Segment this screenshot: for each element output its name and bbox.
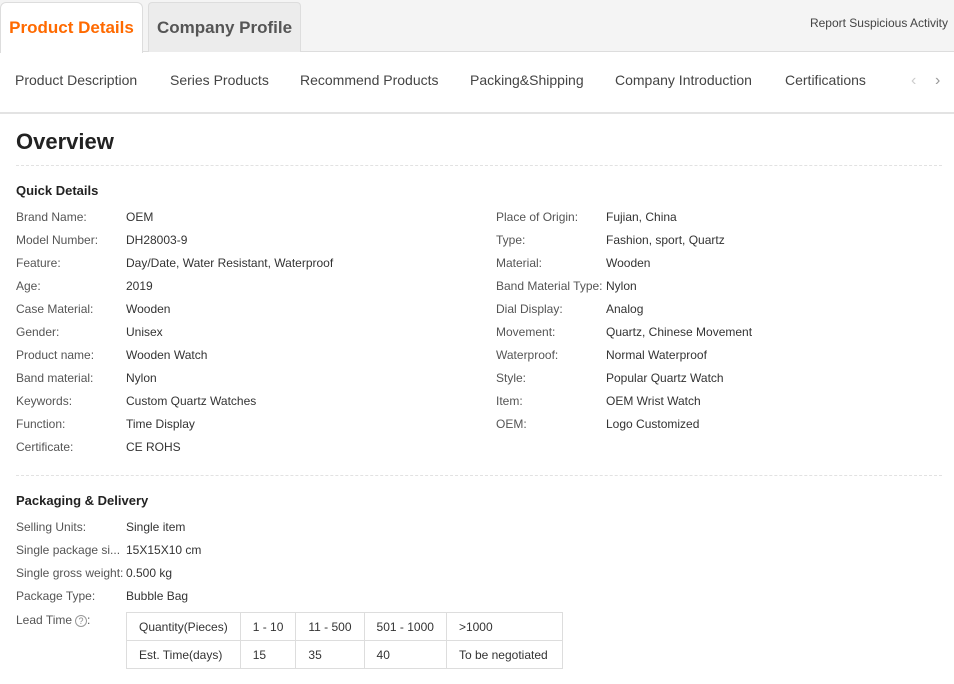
attr-label: Band Material Type: [496,279,603,293]
attr-value: Time Display [126,417,195,431]
attr-value: Normal Waterproof [606,348,707,362]
attr-label: Product name: [16,348,95,362]
attr-label: Dial Display: [496,302,563,316]
attr-value: Day/Date, Water Resistant, Waterproof [126,256,334,270]
table-cell: >1000 [445,612,563,641]
tab-company-profile[interactable]: Company Profile [148,2,301,52]
attr-label: Brand Name: [16,210,87,224]
attr-value: Custom Quartz Watches [126,394,257,408]
attr-value: Logo Customized [606,417,700,431]
table-cell: Quantity(Pieces) [126,612,241,641]
table-cell: 1 - 10 [239,612,297,641]
nav-product-description[interactable]: Product Description [15,72,137,88]
attr-label: Type: [496,233,526,247]
table-cell: To be negotiated [445,640,563,669]
top-tab-bar: Product Details Company Profile Report S… [0,0,954,53]
attr-value: Quartz, Chinese Movement [606,325,753,339]
attr-label: Age: [16,279,41,293]
table-row: Quantity(Pieces) 1 - 10 11 - 500 501 - 1… [126,612,563,641]
table-cell: 11 - 500 [295,612,365,641]
attr-label: Place of Origin: [496,210,579,224]
colon: : [87,613,91,627]
attr-value: 0.500 kg [126,566,173,580]
attr-value: 15X15X10 cm [126,543,202,557]
attr-value: Bubble Bag [126,589,189,603]
attr-label: Waterproof: [496,348,559,362]
attr-label: Band material: [16,371,94,385]
attr-value: Single item [126,520,186,534]
attr-label: Certificate: [16,440,74,454]
attr-value: Analog [606,302,644,316]
table-cell: Est. Time(days) [126,640,241,669]
attr-value: OEM Wrist Watch [606,394,701,408]
attr-label: Keywords: [16,394,73,408]
attr-label: Single package si... [16,543,121,557]
attr-label: Feature: [16,256,61,270]
quick-details-title: Quick Details [16,183,99,198]
attr-label: Case Material: [16,302,94,316]
table-cell: 35 [295,640,365,669]
nav-certifications[interactable]: Certifications [785,72,866,88]
tab-product-details[interactable]: Product Details [0,2,143,53]
chevron-left-icon[interactable]: ‹ [911,72,916,90]
nav-recommend-products[interactable]: Recommend Products [300,72,439,88]
attr-label: OEM: [496,417,527,431]
attr-label: Package Type: [16,589,96,603]
question-circle-icon[interactable]: ? [75,614,88,627]
section-nav: Product Description Series Products Reco… [0,52,954,114]
attr-label: Single gross weight: [16,566,124,580]
attr-label: Model Number: [16,233,99,247]
attr-value: Unisex [126,325,163,339]
attr-label: Movement: [496,325,556,339]
table-cell: 15 [239,640,297,669]
table-cell: 40 [363,640,447,669]
attr-value: Wooden [126,302,171,316]
nav-series-products[interactable]: Series Products [170,72,269,88]
table-cell: 501 - 1000 [363,612,447,641]
table-row: Est. Time(days) 15 35 40 To be negotiate… [126,640,563,669]
attr-label: Gender: [16,325,60,339]
divider [16,475,942,476]
attr-label: Material: [496,256,543,270]
attr-value: 2019 [126,279,153,293]
packaging-delivery-title: Packaging & Delivery [16,493,149,508]
attr-label: Item: [496,394,523,408]
lead-time-table: Quantity(Pieces) 1 - 10 11 - 500 501 - 1… [126,612,563,669]
lead-time-label-row: Lead Time?: [16,613,90,627]
attr-value: DH28003-9 [126,233,188,247]
lead-time-label: Lead Time [16,613,73,627]
attr-value: OEM [126,210,154,224]
nav-packing-shipping[interactable]: Packing&Shipping [470,72,584,88]
attr-value: Popular Quartz Watch [606,371,724,385]
attr-label: Style: [496,371,527,385]
attr-value: Wooden [606,256,651,270]
report-suspicious-activity-link[interactable]: Report Suspicious Activity [810,16,948,30]
divider [16,165,942,166]
attr-label: Function: [16,417,66,431]
attr-value: Nylon [606,279,637,293]
attr-value: Wooden Watch [126,348,208,362]
attr-label: Selling Units: [16,520,87,534]
chevron-right-icon[interactable]: › [935,72,940,90]
attr-value: CE ROHS [126,440,181,454]
overview-title: Overview [16,129,114,154]
attr-value: Fashion, sport, Quartz [606,233,725,247]
attr-value: Fujian, China [606,210,677,224]
attr-value: Nylon [126,371,157,385]
nav-company-introduction[interactable]: Company Introduction [615,72,752,88]
